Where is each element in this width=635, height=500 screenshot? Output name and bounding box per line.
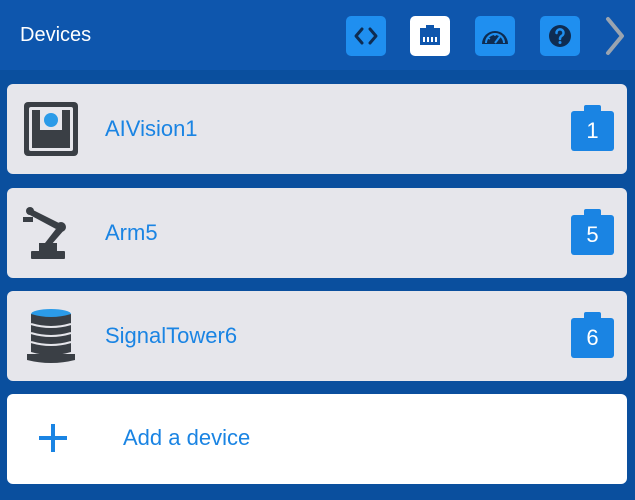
ai-vision-icon — [24, 102, 78, 156]
add-device-button[interactable]: Add a device — [7, 394, 627, 484]
devices-view-button[interactable] — [410, 16, 450, 56]
port-number: 1 — [571, 111, 614, 151]
port-badge: 6 — [571, 312, 614, 358]
plus-icon — [39, 424, 67, 452]
dashboard-view-button[interactable] — [475, 16, 515, 56]
chevron-right-icon — [606, 17, 624, 55]
device-name: Arm5 — [105, 220, 158, 245]
app-header: Devices — [0, 0, 635, 70]
page-title: Devices — [20, 24, 92, 46]
device-name: SignalTower6 — [105, 323, 238, 348]
port-badge: 5 — [571, 209, 614, 255]
robot-arm-icon — [23, 207, 66, 259]
add-device-label: Add a device — [123, 425, 251, 450]
dashboard-icon — [482, 31, 508, 44]
device-name: AIVision1 — [105, 116, 198, 141]
device-icon-slot — [21, 99, 81, 159]
device-card-arm5[interactable]: Arm5 5 — [7, 188, 627, 278]
port-number: 6 — [571, 318, 614, 358]
device-icon-slot — [21, 306, 81, 366]
next-page-button[interactable] — [600, 14, 630, 58]
help-button[interactable] — [540, 16, 580, 56]
code-icon — [354, 27, 378, 45]
signal-tower-icon — [27, 309, 75, 363]
device-card-signaltower6[interactable]: SignalTower6 6 — [7, 291, 627, 381]
help-icon — [549, 25, 571, 47]
device-card-aivision1[interactable]: AIVision1 1 — [7, 84, 627, 174]
code-view-button[interactable] — [346, 16, 386, 56]
device-icon-slot — [21, 203, 81, 263]
ports-icon — [420, 25, 440, 45]
port-number: 5 — [571, 215, 614, 255]
port-badge: 1 — [571, 105, 614, 151]
